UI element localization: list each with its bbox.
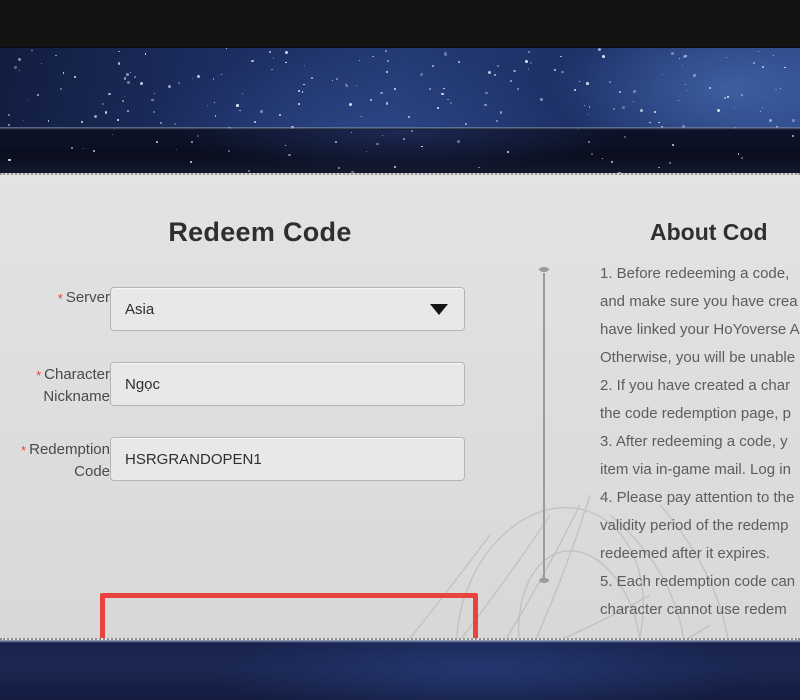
about-code-panel: About Cod 1. Before redeeming a code, and… — [580, 175, 800, 638]
redeem-card: Redeem Code * Server Asia * Character Nick… — [0, 173, 800, 640]
label-server: * Server — [0, 287, 110, 309]
label-character-nickname: * Character Nickname — [0, 364, 110, 407]
label-code-line1: Redemption — [29, 441, 110, 458]
label-server-text: Server — [65, 289, 110, 306]
label-nickname-line2: Nickname — [43, 388, 110, 405]
starry-banner — [0, 48, 800, 130]
server-select[interactable]: Asia — [110, 287, 465, 331]
about-code-line: redeemed after it expires. — [600, 545, 771, 562]
redeem-form: Redeem Code * Server Asia * Character Nick… — [0, 175, 520, 638]
divider-cap-bottom — [539, 578, 549, 583]
about-code-line: 1. Before redeeming a code, — [600, 265, 790, 282]
label-redemption-code: * Redemption Code — [0, 439, 110, 482]
app-screen: Redeem Code * Server Asia * Character Nick… — [0, 0, 800, 700]
redemption-code-value: HSRGRANDOPEN1 — [125, 450, 262, 468]
field-row-character-nickname: * Character Nickname Ngọc — [0, 362, 520, 406]
page-title: Redeem Code — [168, 217, 352, 247]
required-asterisk-server: * — [57, 291, 63, 306]
label-nickname-line1: Character — [44, 366, 110, 383]
about-code-line: and make sure you have crea — [600, 293, 798, 310]
about-code-text: 1. Before redeeming a code, and make sure… — [600, 260, 800, 624]
required-asterisk-nickname: * — [36, 368, 42, 383]
banner-stars — [0, 48, 800, 130]
character-nickname-input[interactable]: Ngọc — [110, 362, 465, 406]
column-divider — [543, 273, 545, 581]
chevron-down-icon — [430, 303, 448, 315]
about-code-line: 2. If you have created a char — [600, 377, 791, 394]
label-code-line2: Code — [74, 463, 110, 480]
about-code-line: have linked your HoYoverse A — [600, 321, 800, 338]
required-asterisk-code: * — [21, 443, 27, 458]
divider-cap-top — [539, 267, 549, 272]
about-code-line: 5. Each redemption code can — [600, 573, 796, 590]
about-code-line: character cannot use redem — [600, 601, 787, 618]
about-code-line: the code redemption page, p — [600, 405, 791, 422]
field-row-server: * Server Asia — [0, 287, 520, 331]
redemption-code-input[interactable]: HSRGRANDOPEN1 — [110, 437, 465, 481]
character-nickname-value: Ngọc — [125, 375, 161, 393]
banner-dark-band — [0, 130, 800, 175]
top-black-bar — [0, 0, 800, 48]
about-code-title: About Cod — [650, 219, 768, 245]
about-code-line: validity period of the redemp — [600, 517, 789, 534]
bottom-background-band — [0, 640, 800, 700]
field-row-redemption-code: * Redemption Code HSRGRANDOPEN1 — [0, 437, 520, 481]
server-select-value: Asia — [125, 300, 155, 318]
about-code-line: Otherwise, you will be unable — [600, 349, 796, 366]
dark-band-stars — [0, 130, 800, 175]
about-code-line: 4. Please pay attention to the — [600, 489, 795, 506]
about-code-line: 3. After redeeming a code, y — [600, 433, 788, 450]
about-code-line: item via in-game mail. Log in — [600, 461, 791, 478]
